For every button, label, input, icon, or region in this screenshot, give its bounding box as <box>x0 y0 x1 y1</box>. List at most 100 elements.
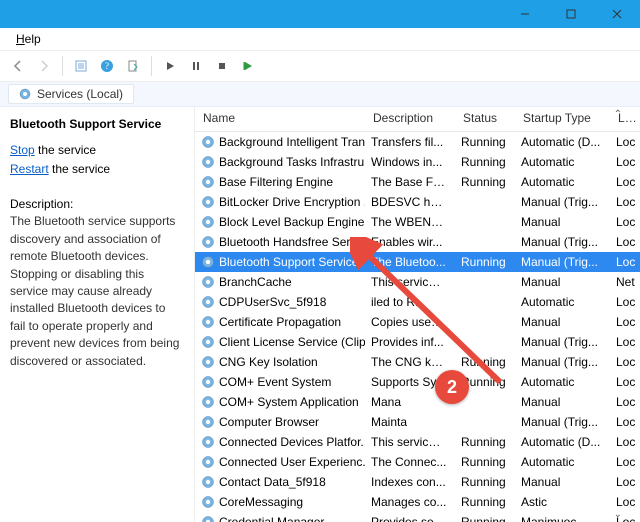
cell-log: Loc <box>610 372 640 392</box>
cell-name: Contact Data_5f918 <box>195 472 365 492</box>
services-grid[interactable]: Name Description Status Startup Type Log… <box>195 107 640 522</box>
service-row[interactable]: Background Tasks Infrastru...Windows in.… <box>195 152 640 172</box>
service-row[interactable]: Bluetooth Handsfree ServiceEnables wir..… <box>195 232 640 252</box>
service-icon <box>201 195 215 209</box>
scroll-down-icon[interactable]: ⌄ <box>614 509 622 520</box>
cell-description: Manages co... <box>365 492 455 512</box>
forward-button[interactable] <box>32 54 56 78</box>
service-row[interactable]: Bluetooth Support ServiceThe Bluetoo...R… <box>195 252 640 272</box>
stop-service-link[interactable]: Stop <box>10 143 35 157</box>
properties-button[interactable] <box>69 54 93 78</box>
cell-name: Client License Service (ClipS... <box>195 332 365 352</box>
cell-description: The CNG ke... <box>365 352 455 372</box>
cell-startup: Automatic (D... <box>515 132 610 153</box>
cell-status: Running <box>455 132 515 153</box>
service-icon <box>201 375 215 389</box>
service-row[interactable]: Certificate PropagationCopies user ...Ma… <box>195 312 640 332</box>
stop-service-button[interactable] <box>210 54 234 78</box>
cell-startup: Automatic <box>515 152 610 172</box>
export-list-button[interactable] <box>121 54 145 78</box>
service-row[interactable]: CDPUserSvc_5f918 iled to R...AutomaticLo… <box>195 292 640 312</box>
cell-description: BDESVC hos... <box>365 192 455 212</box>
service-row[interactable]: Contact Data_5f918Indexes con...RunningM… <box>195 472 640 492</box>
restart-service-link[interactable]: Restart <box>10 162 49 176</box>
service-row[interactable]: BranchCacheThis service ...ManualNet <box>195 272 640 292</box>
service-row[interactable]: Background Intelligent Tran...Transfers … <box>195 132 640 153</box>
service-name: Bluetooth Handsfree Service <box>219 235 365 249</box>
cell-description: Indexes con... <box>365 472 455 492</box>
service-name: Certificate Propagation <box>219 315 341 329</box>
cell-name: Computer Browser <box>195 412 365 432</box>
cell-description: Transfers fil... <box>365 132 455 153</box>
cell-description: iled to R... <box>365 292 455 312</box>
col-startup-type[interactable]: Startup Type <box>515 107 610 132</box>
col-name[interactable]: Name <box>195 107 365 132</box>
service-icon <box>201 295 215 309</box>
cell-status <box>455 392 515 412</box>
back-button[interactable] <box>6 54 30 78</box>
cell-log: Net <box>610 272 640 292</box>
service-row[interactable]: CNG Key IsolationThe CNG ke...RunningMan… <box>195 352 640 372</box>
cell-description: Provides inf... <box>365 332 455 352</box>
cell-name: Bluetooth Handsfree Service <box>195 232 365 252</box>
service-icon <box>201 475 215 489</box>
cell-startup: Manual (Trig... <box>515 252 610 272</box>
cell-log: Loc <box>610 412 640 432</box>
cell-name: BranchCache <box>195 272 365 292</box>
col-status[interactable]: Status <box>455 107 515 132</box>
scroll-up-icon[interactable]: ⌃ <box>614 109 622 120</box>
service-row[interactable]: COM+ System ApplicationManaManualLoc <box>195 392 640 412</box>
cell-name: Connected Devices Platfor... <box>195 432 365 452</box>
service-row[interactable]: Credential ManagerProvides se...RunningM… <box>195 512 640 522</box>
service-name: Computer Browser <box>219 415 319 429</box>
services-local-tab[interactable]: Services (Local) <box>0 82 640 107</box>
service-icon <box>201 315 215 329</box>
selected-service-title: Bluetooth Support Service <box>10 117 184 131</box>
cell-log: Loc <box>610 292 640 312</box>
description-text: The Bluetooth service supports discovery… <box>10 213 184 370</box>
service-icon <box>201 435 215 449</box>
cell-log: Loc <box>610 252 640 272</box>
service-icon <box>201 455 215 469</box>
service-row[interactable]: Base Filtering EngineThe Base Fil...Runn… <box>195 172 640 192</box>
cell-startup: Astic <box>515 492 610 512</box>
cell-log: Loc <box>610 152 640 172</box>
service-icon <box>201 395 215 409</box>
cell-startup: Manual <box>515 212 610 232</box>
toolbar: ? <box>0 51 640 82</box>
cell-description: The WBENG... <box>365 212 455 232</box>
cell-description: Provides se... <box>365 512 455 522</box>
service-row[interactable]: BitLocker Drive Encryption ...BDESVC hos… <box>195 192 640 212</box>
cell-name: Base Filtering Engine <box>195 172 365 192</box>
start-service-button[interactable] <box>158 54 182 78</box>
close-button[interactable] <box>594 0 640 28</box>
separator <box>151 56 152 76</box>
cell-startup: Automatic <box>515 372 610 392</box>
service-icon <box>201 215 215 229</box>
cell-description: Mainta <box>365 412 455 432</box>
menu-help[interactable]: Help <box>8 30 49 48</box>
service-row[interactable]: Connected Devices Platfor...This service… <box>195 432 640 452</box>
service-row[interactable]: Computer BrowserMaintaManual (Trig...Loc <box>195 412 640 432</box>
cell-status: Running <box>455 512 515 522</box>
pause-service-button[interactable] <box>184 54 208 78</box>
service-icon <box>201 355 215 369</box>
col-description[interactable]: Description <box>365 107 455 132</box>
cell-description: This service ... <box>365 432 455 452</box>
service-row[interactable]: COM+ Event SystemSupports Sy...RunningAu… <box>195 372 640 392</box>
cell-description: Copies user ... <box>365 312 455 332</box>
cell-status: Running <box>455 172 515 192</box>
cell-status: Running <box>455 252 515 272</box>
cell-startup: Manual (Trig... <box>515 352 610 372</box>
separator <box>62 56 63 76</box>
help-button[interactable]: ? <box>95 54 119 78</box>
maximize-button[interactable] <box>548 0 594 28</box>
service-row[interactable]: CoreMessagingManages co...RunningAsticLo… <box>195 492 640 512</box>
service-row[interactable]: Block Level Backup Engine ...The WBENG..… <box>195 212 640 232</box>
minimize-button[interactable] <box>502 0 548 28</box>
restart-service-button[interactable] <box>236 54 260 78</box>
cell-log: Loc <box>610 212 640 232</box>
service-row[interactable]: Connected User Experienc...The Connec...… <box>195 452 640 472</box>
service-row[interactable]: Client License Service (ClipS...Provides… <box>195 332 640 352</box>
service-name: BitLocker Drive Encryption ... <box>219 195 365 209</box>
